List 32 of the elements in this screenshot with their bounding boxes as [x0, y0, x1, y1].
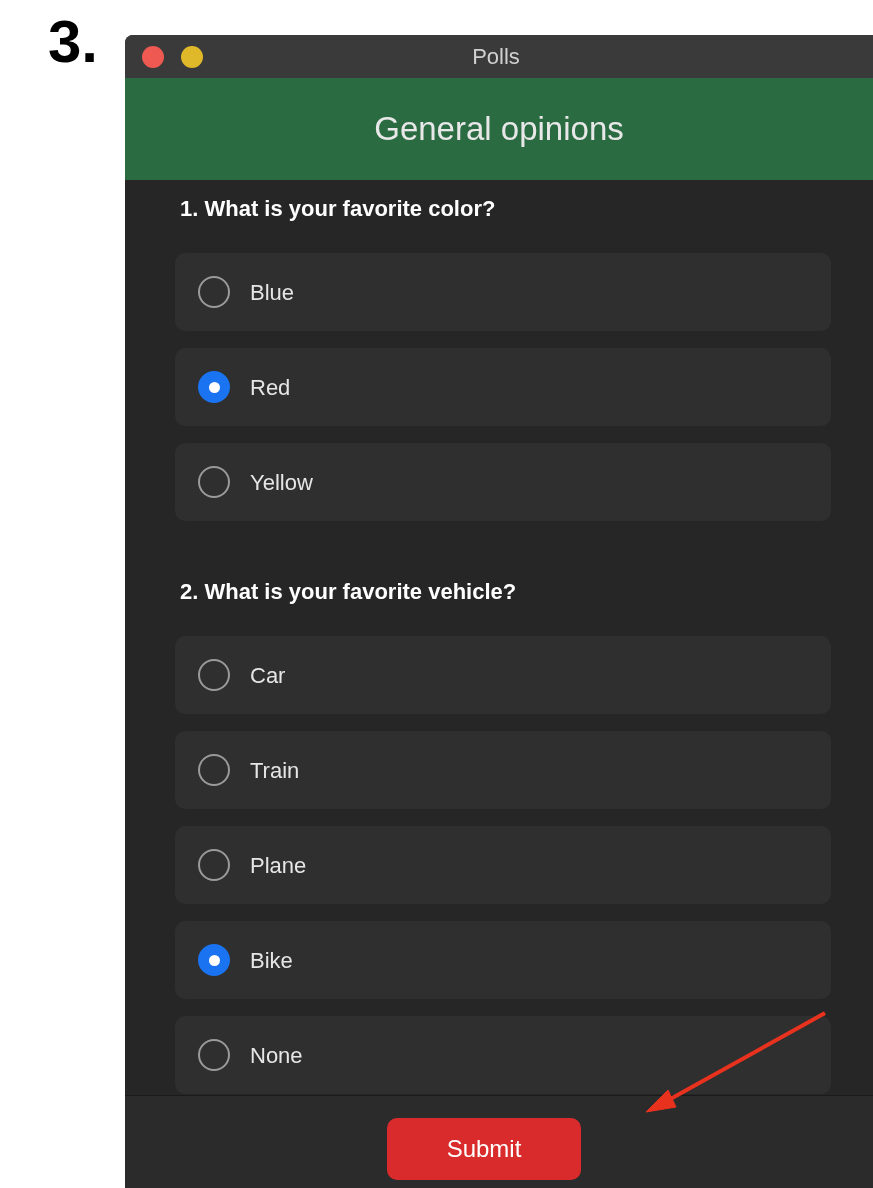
radio-button[interactable] [198, 371, 230, 403]
radio-button[interactable] [198, 1039, 230, 1071]
option-label: Plane [250, 851, 307, 880]
option-label: Yellow [250, 468, 313, 497]
option-label: Train [250, 756, 300, 785]
radio-button[interactable] [198, 849, 230, 881]
question-text: 1. What is your favorite color? [180, 195, 497, 223]
window-title: Polls [472, 43, 521, 71]
close-button[interactable] [142, 46, 164, 68]
answer-option[interactable]: None [175, 1016, 831, 1094]
option-label: Bike [250, 946, 293, 975]
step-number: 3. [48, 8, 99, 75]
minimize-button[interactable] [181, 46, 203, 68]
option-label: Blue [250, 278, 295, 307]
answer-option[interactable]: Plane [175, 826, 831, 904]
question-text: 2. What is your favorite vehicle? [180, 578, 518, 606]
radio-button[interactable] [198, 754, 230, 786]
option-label: Red [250, 373, 291, 402]
poll-title: General opinions [374, 109, 624, 150]
answer-option[interactable]: Blue [175, 253, 831, 331]
option-label: Car [250, 661, 286, 690]
submit-button[interactable]: Submit [387, 1118, 581, 1180]
radio-button[interactable] [198, 466, 230, 498]
answer-option[interactable]: Train [175, 731, 831, 809]
answer-option[interactable]: Yellow [175, 443, 831, 521]
option-label: None [250, 1041, 303, 1070]
answer-option[interactable]: Red [175, 348, 831, 426]
radio-button[interactable] [198, 276, 230, 308]
answer-option[interactable]: Car [175, 636, 831, 714]
radio-button[interactable] [198, 944, 230, 976]
answer-option[interactable]: Bike [175, 921, 831, 999]
radio-button[interactable] [198, 659, 230, 691]
